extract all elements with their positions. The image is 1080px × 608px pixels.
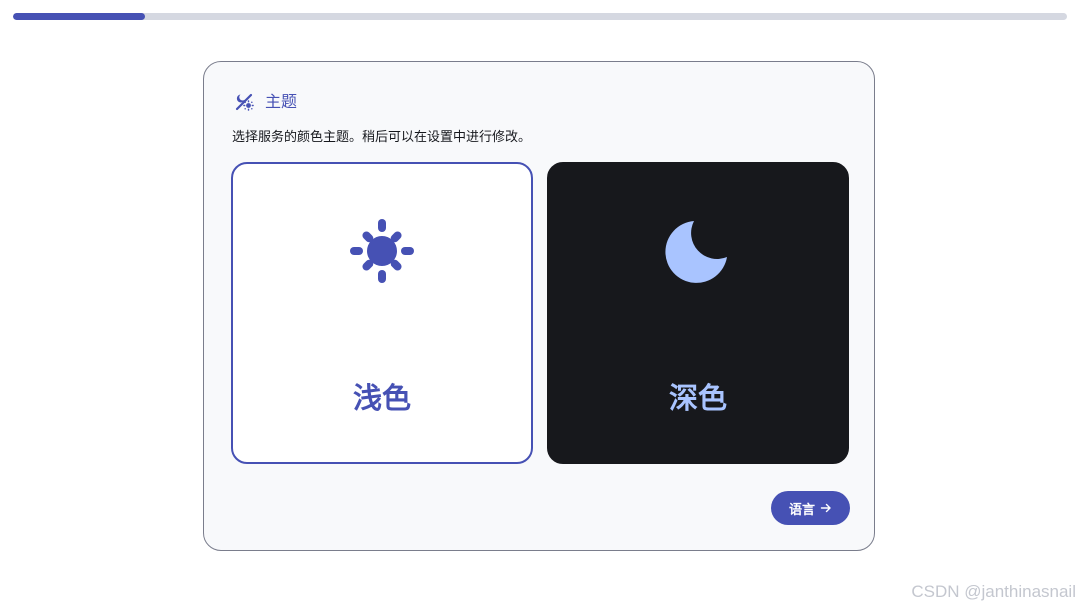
light-theme-option[interactable]: 浅色 <box>231 162 533 464</box>
dark-theme-option[interactable]: 深色 <box>547 162 849 464</box>
next-button-label: 语言 <box>788 502 815 518</box>
progress-fill <box>13 13 145 20</box>
card-header: 主题 <box>233 90 297 114</box>
light-theme-label: 浅色 <box>352 381 411 415</box>
page-title: 主题 <box>265 92 298 111</box>
theme-description: 选择服务的颜色主题。稍后可以在设置中进行修改。 <box>232 130 532 145</box>
watermark: CSDN @janthinasnail <box>911 582 1076 601</box>
progress-bar <box>13 13 1067 20</box>
dark-theme-label: 深色 <box>668 381 727 415</box>
next-language-button[interactable]: 语言 <box>771 491 850 525</box>
theme-card: 主题 选择服务的颜色主题。稍后可以在设置中进行修改。 浅色 深色 语言 <box>203 61 875 551</box>
moon-icon <box>663 216 733 286</box>
theme-icon <box>233 90 257 114</box>
theme-setup-page: 主题 选择服务的颜色主题。稍后可以在设置中进行修改。 浅色 深色 语言 CSDN… <box>0 0 1080 608</box>
sun-icon <box>347 216 417 286</box>
arrow-right-icon <box>820 502 832 514</box>
